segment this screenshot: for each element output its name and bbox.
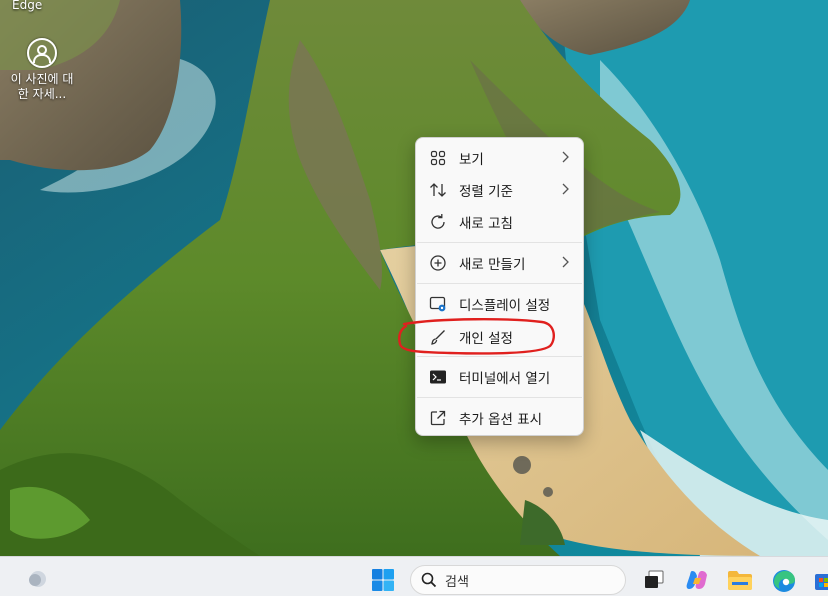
menu-item-label: 추가 옵션 표시 [459,412,543,428]
weather-icon [29,571,46,587]
menu-separator [417,356,582,357]
menu-item-personalize[interactable]: 개인 설정 [420,322,579,352]
desktop-context-menu: 보기 정렬 기준 새로 고침 새로 만들기 디스플레이 설정 개인 설정 터미널… [415,137,584,436]
landscape-icon [27,38,57,68]
edge-taskbar-button[interactable] [770,567,798,595]
menu-item-label: 개인 설정 [459,331,513,347]
start-button[interactable] [370,567,396,593]
edge-icon [773,570,795,592]
menu-separator [417,242,582,243]
taskbar-search-box[interactable]: 검색 [410,565,626,595]
weather-widget[interactable] [26,568,48,590]
menu-item-view[interactable]: 보기 [420,143,579,173]
menu-item-label: 터미널에서 열기 [459,371,551,387]
menu-item-label: 보기 [459,152,484,168]
edge-desktop-label[interactable]: Edge [12,0,72,12]
brush-icon [428,327,448,347]
search-icon [421,572,437,588]
chevron-right-icon [561,183,569,199]
wallpaper-image [0,0,828,556]
menu-item-label: 새로 고침 [459,216,513,232]
menu-item-open-in-terminal[interactable]: 터미널에서 열기 [420,362,579,392]
task-view-icon [645,570,664,588]
store-button[interactable] [814,567,828,593]
menu-item-display-settings[interactable]: 디스플레이 설정 [420,289,579,319]
copilot-button[interactable] [684,567,710,593]
windows-start-icon [372,569,394,591]
menu-item-label: 디스플레이 설정 [459,298,551,314]
grid-icon [428,148,448,168]
menu-item-show-more-options[interactable]: 추가 옵션 표시 [420,403,579,433]
menu-item-sort-by[interactable]: 정렬 기준 [420,175,579,205]
display-icon [428,294,448,314]
spotlight-info-desktop-icon[interactable]: 이 사진에 대한 자세... [6,38,78,102]
taskbar: 검색 [0,556,828,596]
refresh-icon [428,212,448,232]
menu-item-refresh[interactable]: 새로 고침 [420,207,579,237]
terminal-icon [428,367,448,387]
copilot-icon [686,571,707,589]
desktop-wallpaper[interactable] [0,0,828,556]
menu-item-new[interactable]: 새로 만들기 [420,248,579,278]
menu-separator [417,397,582,398]
file-explorer-button[interactable] [726,567,754,593]
search-placeholder: 검색 [445,574,469,590]
chevron-right-icon [561,151,569,167]
menu-separator [417,283,582,284]
open-external-icon [428,408,448,428]
sort-icon [428,180,448,200]
menu-item-label: 새로 만들기 [459,257,526,273]
chevron-right-icon [561,256,569,272]
task-view-button[interactable] [641,567,667,593]
add-circle-icon [428,253,448,273]
menu-item-label: 정렬 기준 [459,184,513,200]
spotlight-info-label: 이 사진에 대한 자세... [10,72,74,101]
store-icon [815,574,828,590]
file-explorer-icon [728,571,752,590]
